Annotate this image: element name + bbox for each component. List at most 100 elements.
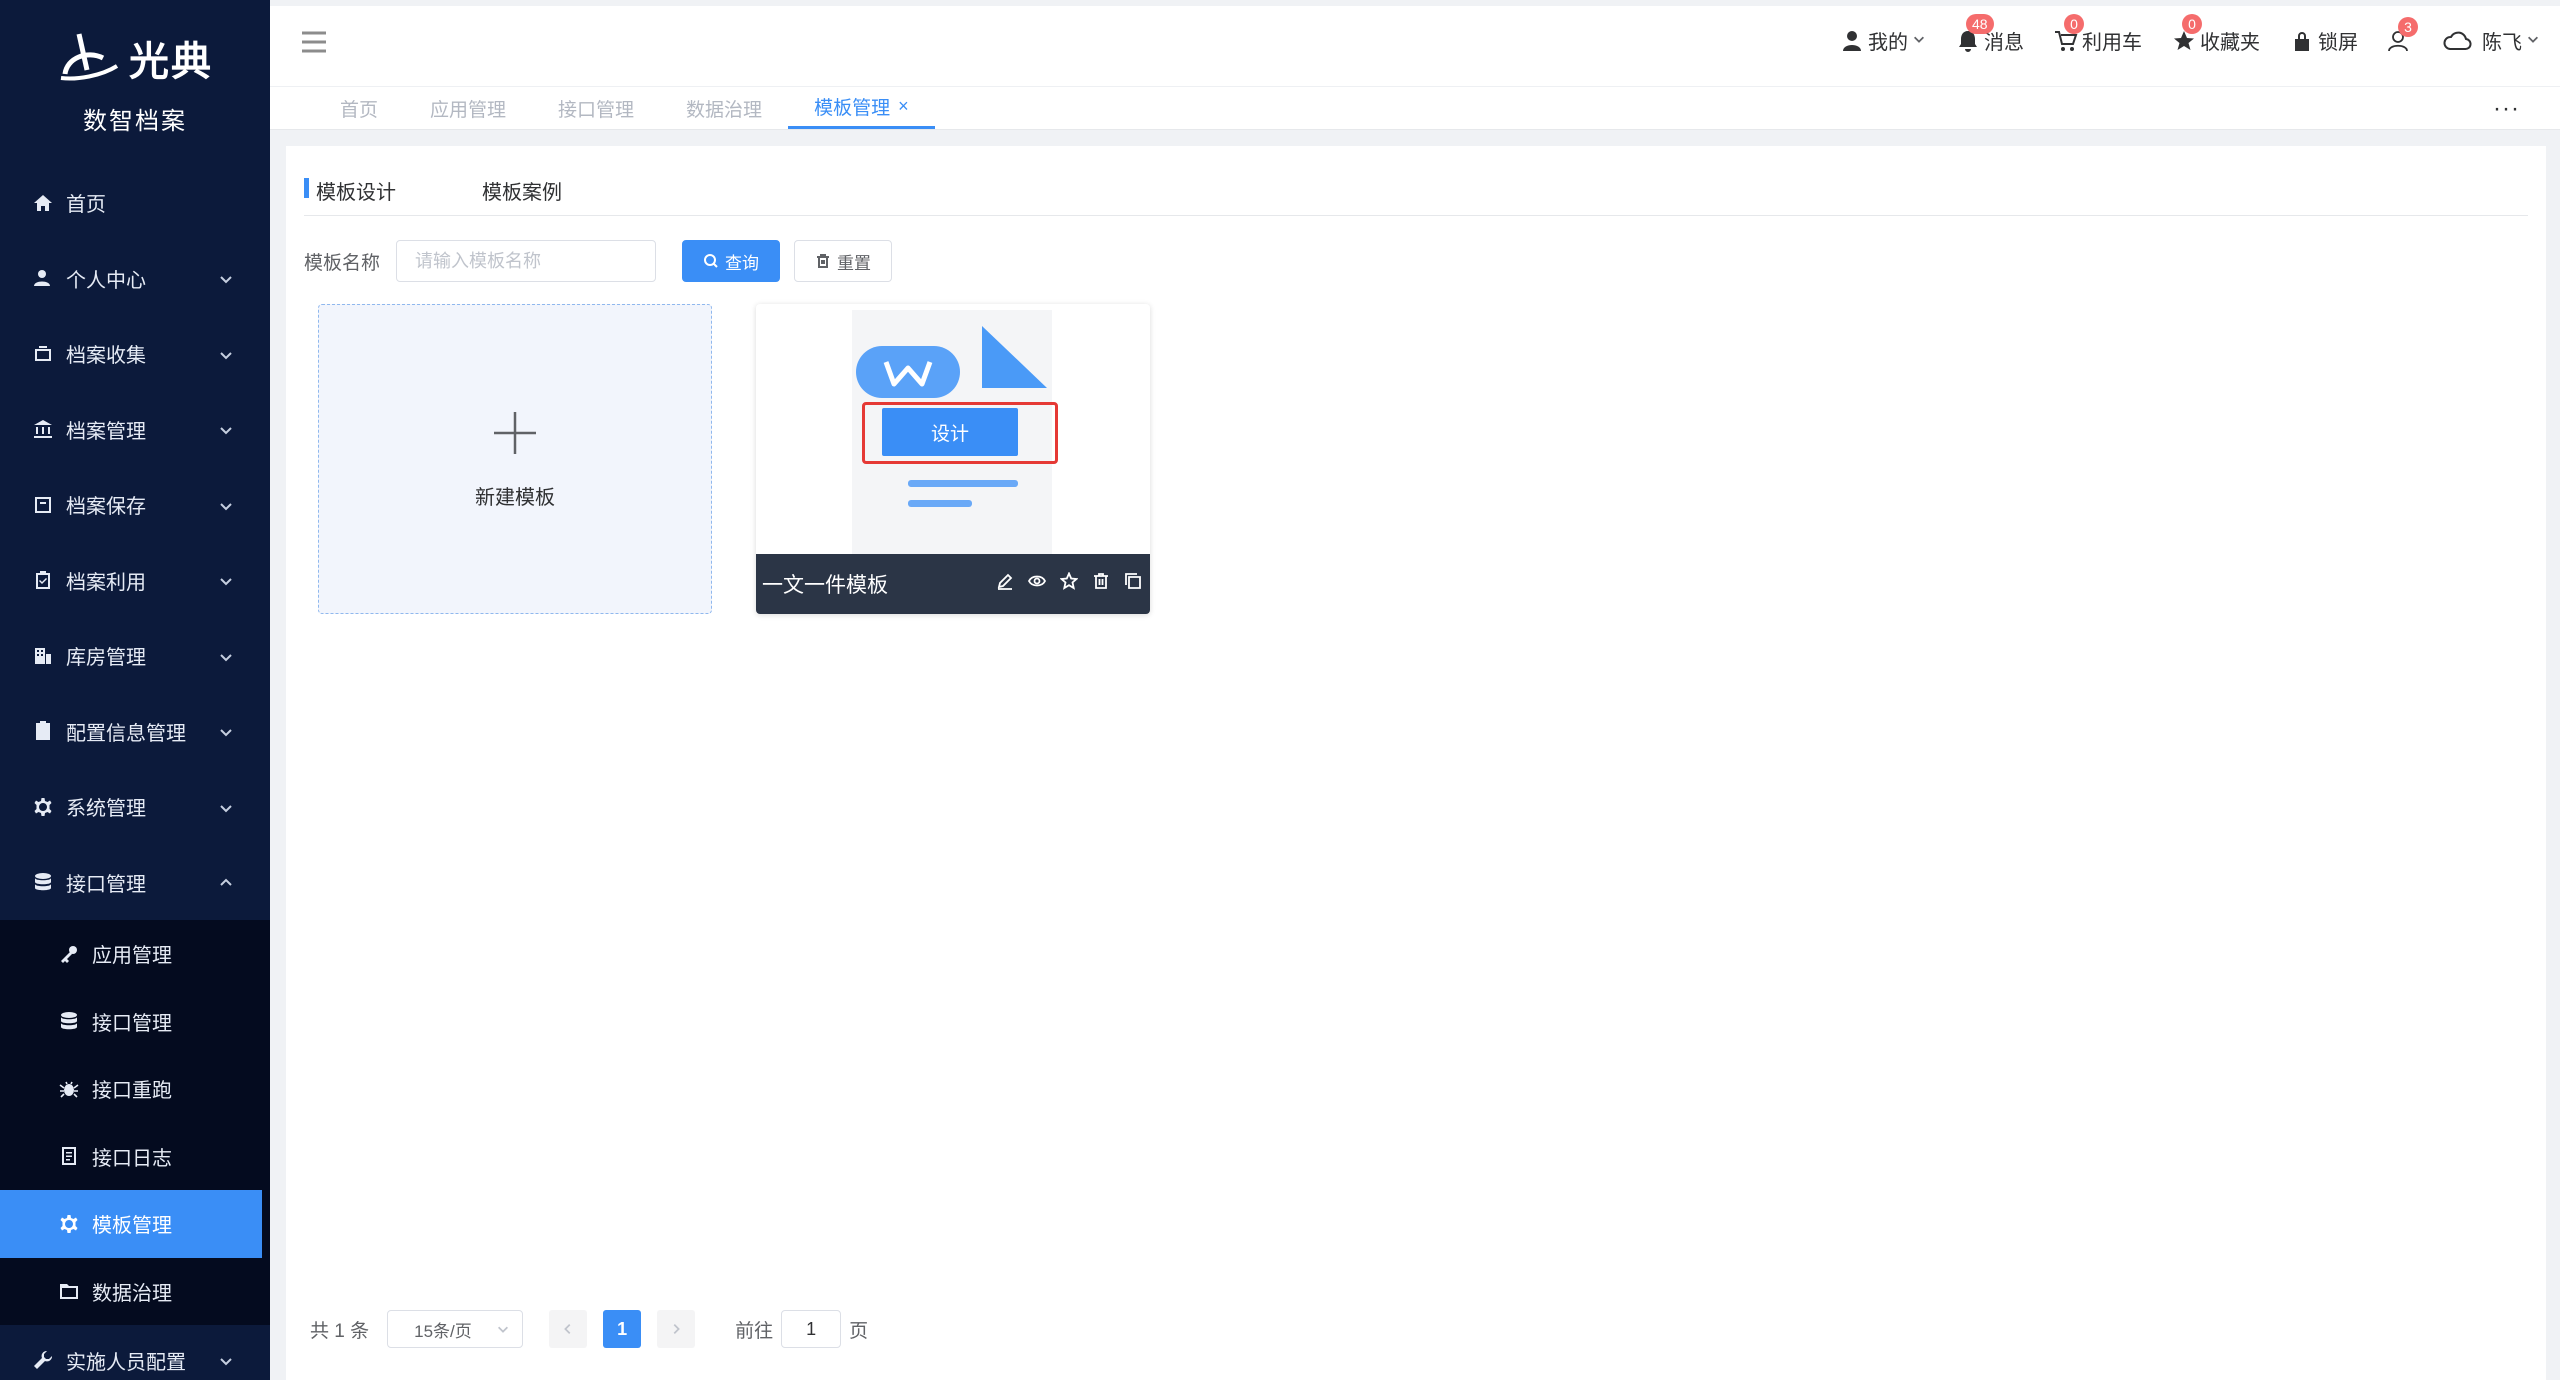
header-actions: 我的 48 消息 0 利用车 0 收藏夹 锁屏 3 陈飞 <box>1840 14 2540 55</box>
archive-icon <box>32 494 54 516</box>
tab-app-management[interactable]: 应用管理 <box>404 87 532 129</box>
log-icon <box>58 1145 80 1167</box>
mine-dropdown[interactable]: 我的 <box>1840 26 1926 55</box>
goto-prefix: 前往 <box>735 1320 774 1342</box>
plus-icon <box>490 408 540 463</box>
chevron-right-icon <box>673 1324 680 1334</box>
sidebar-item-archive-storage[interactable]: 档案保存 <box>0 467 270 543</box>
star-icon[interactable] <box>1059 571 1079 596</box>
page-size-select[interactable]: 15条/页 <box>387 1310 524 1348</box>
tab-template-management[interactable]: 模板管理 × <box>788 87 935 129</box>
submenu-item-interface-management[interactable]: 接口管理 <box>0 988 270 1056</box>
copy-icon[interactable] <box>1124 572 1142 596</box>
template-name-input[interactable] <box>396 240 657 282</box>
design-button[interactable]: 设计 <box>882 408 1018 456</box>
submenu-item-interface-log[interactable]: 接口日志 <box>0 1123 270 1191</box>
sidebar-item-warehouse-management[interactable]: 库房管理 <box>0 618 270 694</box>
lock-screen-button[interactable]: 锁屏 <box>2290 26 2358 55</box>
chevron-down-icon <box>218 346 234 362</box>
lock-icon <box>2295 31 2309 51</box>
users-button[interactable]: 3 <box>2388 16 2418 53</box>
sidebar-item-system-management[interactable]: 系统管理 <box>0 769 270 845</box>
sidebar-item-label: 配置信息管理 <box>66 722 186 745</box>
messages-button[interactable]: 48 消息 <box>1956 14 2024 55</box>
page-number-current[interactable]: 1 <box>603 1310 642 1348</box>
submenu-item-label: 应用管理 <box>92 945 172 968</box>
tab-template-cases[interactable]: 模板案例 <box>470 176 562 205</box>
submenu-item-app-management[interactable]: 应用管理 <box>0 920 270 988</box>
search-form: 模板名称 查询 重置 <box>304 240 893 282</box>
sidebar-item-archive-utilization[interactable]: 档案利用 <box>0 543 270 619</box>
tab-template-design[interactable]: 模板设计 <box>304 176 396 205</box>
sidebar-item-config-info-management[interactable]: 配置信息管理 <box>0 694 270 770</box>
sidebar-item-label: 个人中心 <box>66 269 146 292</box>
tab-home[interactable]: 首页 <box>314 87 404 129</box>
new-template-card[interactable]: 新建模板 <box>318 304 712 614</box>
app-root: 光典 数智档案 首页 个人中心 档案收集 档案管理 档案保存 档案利用 库房管理… <box>0 0 2560 1380</box>
chevron-down-icon <box>218 723 234 739</box>
sidebar-item-label: 接口管理 <box>66 873 146 896</box>
logo-mark: 光典 <box>57 29 213 87</box>
sidebar-item-implementer-config[interactable]: 实施人员配置 <box>0 1325 270 1380</box>
tab-label: 数据治理 <box>686 99 763 121</box>
brand-logo: 光典 数智档案 <box>0 0 270 165</box>
next-page-button[interactable] <box>657 1310 696 1348</box>
goto-page-input[interactable] <box>781 1310 842 1348</box>
template-cards: 新建模板 设计 一文一件模板 <box>318 304 1150 614</box>
template-name-label: 模板名称 <box>304 252 381 274</box>
goto-suffix: 页 <box>849 1320 869 1342</box>
box-icon <box>32 343 54 365</box>
search-icon <box>704 254 718 268</box>
key-icon <box>58 943 80 965</box>
template-card-footer: 一文一件模板 <box>756 554 1150 614</box>
sidebar-item-label: 实施人员配置 <box>66 1351 186 1374</box>
edit-icon[interactable] <box>996 572 1014 596</box>
sidebar-item-label: 首页 <box>66 194 106 217</box>
tab-interface-management[interactable]: 接口管理 <box>532 87 660 129</box>
submenu-item-label: 接口重跑 <box>92 1080 172 1103</box>
delete-icon[interactable] <box>1092 572 1110 596</box>
favorites-button[interactable]: 0 收藏夹 <box>2172 14 2260 55</box>
sidebar-item-personal-center[interactable]: 个人中心 <box>0 241 270 317</box>
submenu-item-interface-rerun[interactable]: 接口重跑 <box>0 1055 270 1123</box>
database-icon <box>58 1010 80 1032</box>
query-button-label: 查询 <box>725 253 760 273</box>
query-button[interactable]: 查询 <box>682 240 781 282</box>
sidebar-menu: 首页 个人中心 档案收集 档案管理 档案保存 档案利用 库房管理 配置信息管理 … <box>0 165 270 920</box>
close-tab-icon[interactable]: × <box>898 96 909 117</box>
tab-data-governance[interactable]: 数据治理 <box>660 87 788 129</box>
folder-icon <box>58 1280 80 1302</box>
sidebar-item-interface-management[interactable]: 接口管理 <box>0 845 270 921</box>
top-header: 我的 48 消息 0 利用车 0 收藏夹 锁屏 3 陈飞 <box>270 0 2560 86</box>
gear-icon <box>58 1213 80 1235</box>
template-card[interactable]: 设计 一文一件模板 <box>756 304 1150 614</box>
submenu-item-label: 接口日志 <box>92 1147 172 1170</box>
trash-icon <box>817 254 830 268</box>
eye-icon[interactable] <box>1027 572 1047 596</box>
submenu-item-template-management[interactable]: 模板管理 <box>0 1190 262 1258</box>
submenu-item-data-governance[interactable]: 数据治理 <box>0 1258 270 1326</box>
hamburger-menu-icon[interactable] <box>300 30 328 54</box>
prev-page-button[interactable] <box>549 1310 588 1348</box>
page-tabs: 首页 应用管理 接口管理 数据治理 模板管理 × ··· <box>270 86 2560 130</box>
chevron-down-icon <box>1912 29 1926 52</box>
template-actions <box>996 571 1142 596</box>
goto-page: 前往 页 <box>735 1310 868 1348</box>
tab-label: 模板管理 <box>814 98 891 119</box>
more-tabs-button[interactable]: ··· <box>2493 95 2520 123</box>
reset-button[interactable]: 重置 <box>794 240 893 282</box>
cart-button[interactable]: 0 利用车 <box>2054 14 2142 55</box>
sidebar-item-archive-collection[interactable]: 档案收集 <box>0 316 270 392</box>
chevron-down-icon <box>2526 29 2540 52</box>
cart-label: 利用车 <box>2082 32 2142 54</box>
favorites-badge: 0 <box>2182 14 2202 34</box>
sidebar-item-archive-management[interactable]: 档案管理 <box>0 392 270 468</box>
sidebar-item-label: 库房管理 <box>66 647 146 670</box>
bug-icon <box>58 1078 80 1100</box>
bank-icon <box>32 418 54 440</box>
home-icon <box>32 192 54 214</box>
sidebar-item-home[interactable]: 首页 <box>0 165 270 241</box>
favorites-label: 收藏夹 <box>2200 32 2260 54</box>
user-profile-dropdown[interactable]: 陈飞 <box>2442 26 2540 55</box>
chevron-down-icon <box>218 497 234 513</box>
